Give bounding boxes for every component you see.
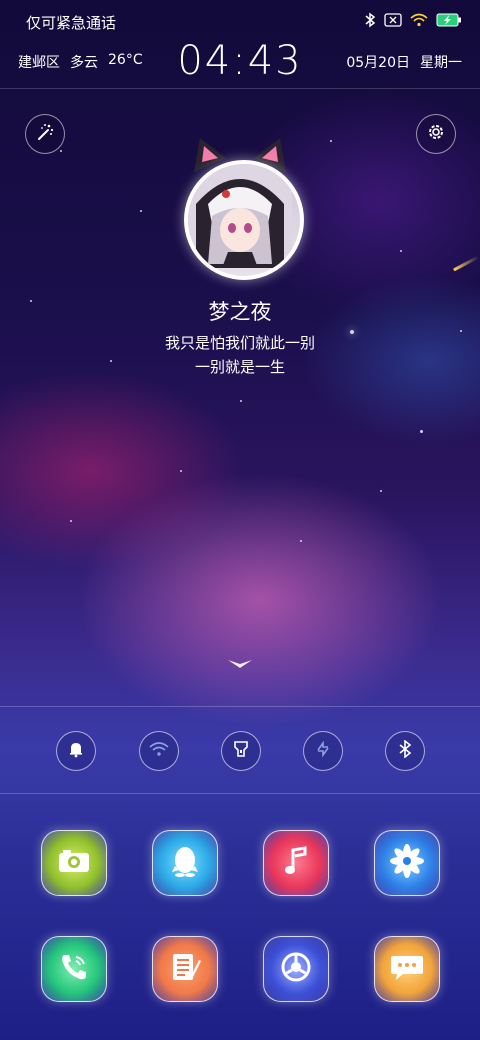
motto-line-1: 我只是怕我们就此一别 — [164, 334, 315, 352]
date-text: 05月20日 — [346, 55, 410, 71]
no-sim-icon — [384, 13, 402, 32]
bluetooth-toggle[interactable] — [385, 731, 425, 771]
phone-icon — [58, 951, 90, 987]
chevron-down-icon[interactable] — [226, 656, 254, 675]
browser-icon — [279, 950, 313, 988]
browser-app-button[interactable] — [263, 936, 329, 1002]
date-info: 05月20日 星期一 — [346, 52, 462, 72]
qq-app-button[interactable] — [152, 830, 218, 896]
flashlight-toggle[interactable] — [221, 731, 261, 771]
weekday-text: 星期一 — [420, 55, 462, 71]
auto-rotate-toggle[interactable] — [303, 731, 343, 771]
carrier-text: 仅可紧急通话 — [26, 14, 117, 32]
profile-name: 梦之夜 — [208, 300, 272, 324]
bluetooth-icon — [398, 739, 412, 762]
quick-settings-bar — [0, 706, 480, 794]
settings-icon — [426, 122, 446, 146]
magic-wand-icon — [35, 122, 55, 146]
settings-button[interactable] — [416, 114, 456, 154]
notes-app-button[interactable] — [152, 936, 218, 1002]
messages-app-button[interactable] — [374, 936, 440, 1002]
phone-app-button[interactable] — [41, 936, 107, 1002]
gallery-app-button[interactable] — [374, 830, 440, 896]
camera-app-button[interactable] — [41, 830, 107, 896]
rotation-icon — [314, 740, 332, 762]
music-app-button[interactable] — [263, 830, 329, 896]
gallery-flower-icon — [390, 844, 424, 882]
music-icon — [283, 846, 309, 880]
magic-wand-button[interactable] — [25, 114, 65, 154]
qq-penguin-icon — [170, 844, 200, 882]
header-bar: 建邺区 多云 26°C 04:43 05月20日 星期一 — [0, 36, 480, 89]
ring-toggle[interactable] — [56, 731, 96, 771]
flashlight-icon — [233, 740, 249, 762]
battery-charging-icon — [436, 13, 462, 32]
avatar[interactable] — [184, 160, 304, 280]
motto-line-2: 一别就是一生 — [194, 358, 285, 376]
messages-icon — [389, 952, 425, 986]
wifi-icon — [149, 741, 169, 761]
wifi-toggle[interactable] — [139, 731, 179, 771]
bell-icon — [67, 740, 85, 762]
wifi-icon — [410, 13, 428, 32]
notes-icon — [169, 950, 201, 988]
avatar-portrait-icon — [188, 164, 292, 268]
camera-icon — [57, 848, 91, 878]
bluetooth-icon — [364, 12, 376, 33]
lock-screen: 仅可紧急通话 建邺区 多云 26°C 04:43 05月20日 星期一 梦之夜 … — [0, 0, 480, 1040]
